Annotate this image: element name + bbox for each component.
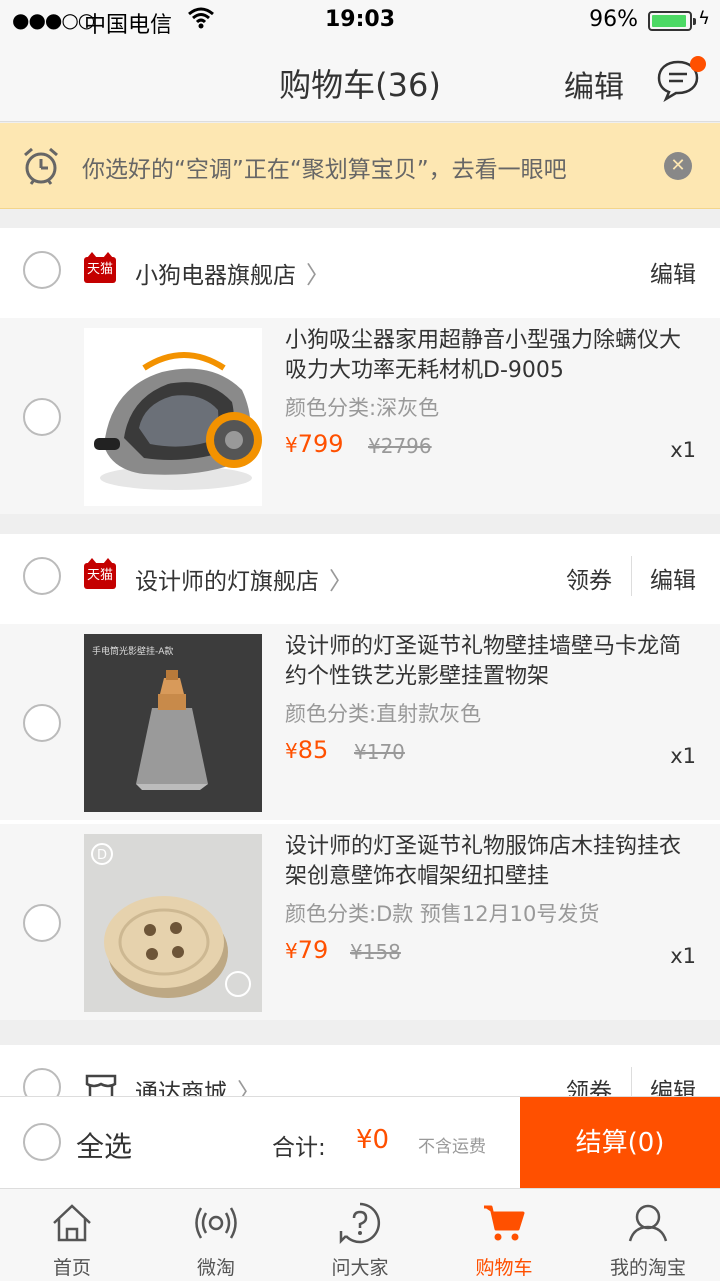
message-button[interactable]	[656, 56, 706, 103]
product-thumbnail[interactable]: 手电筒光影壁挂-A款	[84, 634, 262, 812]
tab-home[interactable]: 首页	[0, 1189, 144, 1281]
thumbnail-caption: D	[97, 848, 107, 863]
profile-icon	[628, 1204, 668, 1242]
currency-symbol: ¥	[285, 739, 298, 763]
total-amount: ¥0	[356, 1125, 390, 1155]
store-edit-button[interactable]: 编辑	[650, 561, 696, 595]
tab-label: 问大家	[331, 1257, 389, 1279]
checkout-bar: 全选 合计: ¥0 不含运费 结算(0)	[0, 1096, 720, 1189]
tab-label: 我的淘宝	[609, 1257, 686, 1279]
item-quantity: x1	[670, 438, 696, 462]
chevron-right-icon: 〉	[329, 567, 353, 595]
store-header: 天猫 小狗电器旗舰店〉 编辑	[0, 228, 720, 314]
tab-weitao[interactable]: 微淘	[144, 1189, 288, 1281]
cart-item[interactable]: D 设计师的灯圣诞节礼物服饰店木挂钩挂衣架创意壁饰衣帽架纽扣壁挂 颜色分类:D款…	[0, 820, 720, 1020]
coupon-button[interactable]: 领券	[566, 561, 612, 595]
price-value: 79	[297, 936, 329, 964]
store-edit-button[interactable]: 编辑	[650, 255, 696, 289]
tab-bar: 首页 微淘 问大家 购物车 我的淘宝	[0, 1188, 720, 1281]
product-price: ¥79	[285, 936, 328, 964]
store-name-link[interactable]: 小狗电器旗舰店〉	[135, 255, 330, 290]
battery-icon	[648, 11, 696, 31]
battery-percent: 96%	[589, 7, 638, 32]
tab-cart[interactable]: 购物车	[432, 1189, 576, 1281]
lamp-shelf-product-image: 手电筒光影壁挂-A款	[92, 645, 208, 790]
tab-label: 微淘	[196, 1257, 235, 1279]
item-quantity: x1	[670, 744, 696, 768]
product-spec[interactable]: 颜色分类:直射款灰色	[285, 698, 481, 728]
product-title[interactable]: 设计师的灯圣诞节礼物服饰店木挂钩挂衣架创意壁饰衣帽架纽扣壁挂	[285, 832, 695, 892]
store-name-link[interactable]: 设计师的灯旗舰店〉	[135, 561, 353, 596]
currency-symbol: ¥	[285, 939, 298, 963]
original-price: ¥2796	[368, 434, 432, 458]
product-title[interactable]: 设计师的灯圣诞节礼物壁挂墙壁马卡龙简约个性铁艺光影壁挂置物架	[285, 632, 695, 692]
status-bar: ●●●○○ 中国电信 19:03 96% ϟ	[0, 0, 720, 40]
cart-item[interactable]: 小狗吸尘器家用超静音小型强力除螨仪大吸力大功率无耗材机D-9005 颜色分类:深…	[0, 314, 720, 514]
divider	[631, 556, 632, 596]
item-select-checkbox[interactable]	[23, 904, 61, 942]
store-select-checkbox[interactable]	[23, 557, 61, 595]
cart-item[interactable]: 手电筒光影壁挂-A款 设计师的灯圣诞节礼物壁挂墙壁马卡龙简约个性铁艺光影壁挂置物…	[0, 620, 720, 820]
tmall-badge-icon: 天猫	[84, 252, 116, 283]
home-icon	[53, 1204, 91, 1242]
navigation-bar: 购物车(36) 编辑	[0, 40, 720, 122]
freight-note: 不含运费	[418, 1137, 486, 1157]
close-icon: ✕	[670, 155, 686, 176]
vacuum-product-image	[94, 352, 262, 490]
select-all-label[interactable]: 全选	[76, 1125, 132, 1165]
product-spec[interactable]: 颜色分类:深灰色	[285, 392, 439, 422]
original-price: ¥158	[350, 940, 401, 964]
alarm-clock-icon	[24, 147, 58, 185]
thumbnail-caption: 手电筒光影壁挂-A款	[92, 645, 173, 657]
chevron-right-icon: 〉	[306, 261, 330, 289]
product-thumbnail[interactable]: D	[84, 834, 262, 1012]
product-price: ¥799	[285, 430, 344, 458]
store-select-checkbox[interactable]	[23, 251, 61, 289]
store-section: 天猫 设计师的灯旗舰店〉 领券 编辑 手电筒光影壁挂-A款 设计师的灯圣诞节礼物…	[0, 534, 720, 1020]
price-value: 85	[297, 736, 329, 764]
store-name: 小狗电器旗舰店	[135, 263, 296, 289]
select-all-checkbox[interactable]	[23, 1123, 61, 1161]
store-section: 天猫 小狗电器旗舰店〉 编辑 小狗吸尘器家用超静音小型强力除螨仪大吸力大功率无耗…	[0, 228, 720, 514]
unread-badge	[690, 56, 706, 72]
question-icon	[339, 1202, 381, 1245]
original-price: ¥170	[354, 740, 405, 764]
product-thumbnail[interactable]	[84, 328, 262, 506]
currency-symbol: ¥	[285, 433, 298, 457]
store-name: 设计师的灯旗舰店	[135, 569, 319, 595]
cart-icon	[484, 1205, 525, 1241]
item-quantity: x1	[670, 944, 696, 968]
tab-ask[interactable]: 问大家	[288, 1189, 432, 1281]
price-value: 799	[297, 430, 344, 458]
tab-my-taobao[interactable]: 我的淘宝	[576, 1189, 720, 1281]
edit-cart-button[interactable]: 编辑	[564, 62, 624, 106]
checkout-button[interactable]: 结算(0)	[520, 1097, 720, 1189]
promo-notice-banner[interactable]: 你选好的“空调”正在“聚划算宝贝”，去看一眼吧 ✕	[0, 123, 720, 209]
button-hook-product-image: D	[91, 843, 251, 998]
total-label: 合计:	[272, 1135, 326, 1161]
tmall-badge-icon: 天猫	[84, 558, 116, 589]
product-title[interactable]: 小狗吸尘器家用超静音小型强力除螨仪大吸力大功率无耗材机D-9005	[285, 326, 695, 386]
close-notice-button[interactable]: ✕	[664, 152, 692, 180]
item-select-checkbox[interactable]	[23, 398, 61, 436]
charging-icon: ϟ	[698, 8, 710, 29]
product-price: ¥85	[285, 736, 328, 764]
tab-label: 购物车	[475, 1257, 533, 1279]
tab-label: 首页	[52, 1257, 91, 1279]
notice-text: 你选好的“空调”正在“聚划算宝贝”，去看一眼吧	[82, 157, 567, 183]
product-spec[interactable]: 颜色分类:D款 预售12月10号发货	[285, 898, 599, 928]
broadcast-icon	[195, 1207, 237, 1239]
store-header: 天猫 设计师的灯旗舰店〉 领券 编辑	[0, 534, 720, 620]
item-select-checkbox[interactable]	[23, 704, 61, 742]
